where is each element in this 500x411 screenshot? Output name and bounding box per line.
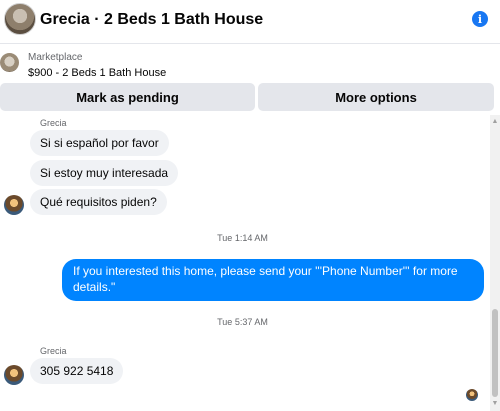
scrollbar[interactable]: ▲ ▼ bbox=[490, 115, 500, 411]
conversation-title[interactable]: Grecia · 2 Beds 1 Bath House bbox=[40, 11, 263, 29]
scroll-up-icon[interactable]: ▲ bbox=[490, 117, 500, 127]
info-icon[interactable]: i bbox=[472, 11, 488, 27]
message-thread: Grecia Si si español por favor Si estoy … bbox=[0, 115, 490, 411]
read-receipt-avatar bbox=[466, 389, 478, 401]
message-bubble-outgoing[interactable]: If you interested this home, please send… bbox=[62, 259, 484, 301]
message-timestamp: Tue 1:14 AM bbox=[217, 233, 268, 243]
listing-avatar[interactable] bbox=[4, 3, 36, 35]
sender-name: Grecia bbox=[40, 346, 67, 356]
scroll-down-icon[interactable]: ▼ bbox=[490, 399, 500, 409]
message-bubble-incoming[interactable]: 305 922 5418 bbox=[30, 358, 124, 384]
conversation-header: Grecia · 2 Beds 1 Bath House i bbox=[0, 0, 500, 44]
message-bubble-incoming[interactable]: Si si español por favor bbox=[30, 130, 169, 156]
listing-detail: $900 - 2 Beds 1 Bath House bbox=[28, 67, 167, 79]
mark-as-pending-button[interactable]: Mark as pending bbox=[0, 83, 255, 111]
message-bubble-incoming[interactable]: Qué requisitos piden? bbox=[30, 189, 167, 215]
sender-avatar[interactable] bbox=[4, 365, 24, 385]
message-bubble-incoming[interactable]: Si estoy muy interesada bbox=[30, 160, 179, 186]
listing-thumbnail[interactable] bbox=[0, 53, 19, 72]
sender-avatar[interactable] bbox=[4, 195, 24, 215]
message-timestamp: Tue 5:37 AM bbox=[217, 317, 268, 327]
more-options-button[interactable]: More options bbox=[258, 83, 494, 111]
marketplace-label: Marketplace bbox=[28, 52, 83, 63]
sender-name: Grecia bbox=[40, 118, 67, 128]
marketplace-listing[interactable]: Marketplace $900 - 2 Beds 1 Bath House bbox=[0, 45, 500, 83]
scroll-thumb[interactable] bbox=[492, 309, 498, 397]
